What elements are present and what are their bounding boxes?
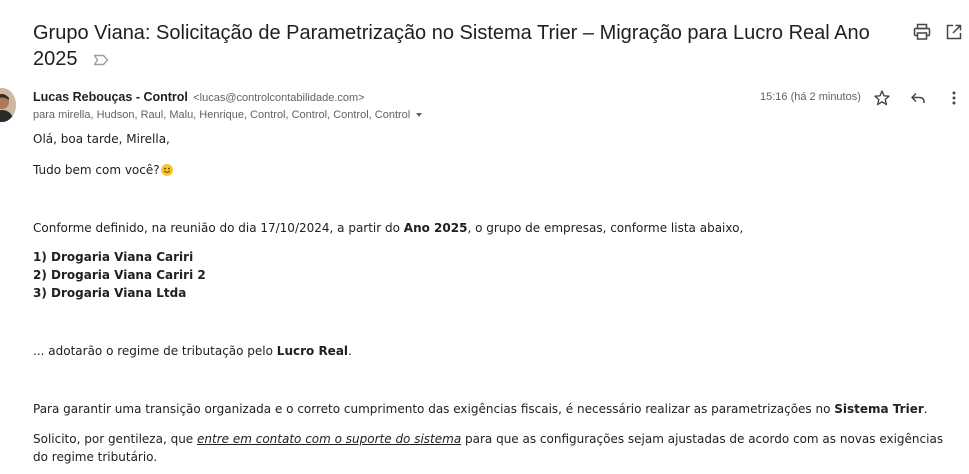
star-icon[interactable] (873, 89, 891, 107)
greeting: Olá, boa tarde, Mirella, (33, 132, 170, 146)
p2-lucro-real: Lucro Real (276, 344, 349, 358)
open-in-new-window-icon[interactable] (944, 22, 964, 42)
paragraph-transition: Para garantir uma transição organizada e… (33, 400, 928, 418)
p2-text-c: . (348, 344, 352, 358)
paragraph-request: Solicito, por gentileza, que entre em co… (33, 430, 958, 466)
p3-text-c: . (923, 402, 928, 416)
p4-text-a: Solicito, por gentileza, que (33, 432, 198, 446)
paragraph-regime: ... adotarão o regime de tributação pelo… (33, 342, 352, 360)
company-item: 2) Drogaria Viana Cariri 2 (33, 268, 206, 282)
email-subject: Grupo Viana: Solicitação de Parametrizaç… (33, 20, 883, 72)
sender-name[interactable]: Lucas Rebouças - Control (33, 90, 188, 104)
email-timestamp: 15:16 (há 2 minutos) (760, 91, 861, 103)
p1-text-a: Conforme definido, na reunião do dia 17/… (33, 221, 404, 235)
p3-text-a: Para garantir uma transição organizada e… (33, 402, 835, 416)
sender-avatar[interactable] (0, 88, 16, 122)
paragraph-meeting: Conforme definido, na reunião do dia 17/… (33, 219, 743, 237)
recipients-line: para mirella, Hudson, Raul, Malu, Henriq… (33, 107, 423, 123)
subject-text: Grupo Viana: Solicitação de Parametrizaç… (33, 22, 870, 70)
support-contact-link[interactable]: entre em contato com o suporte do sistem… (197, 432, 461, 446)
sender-email[interactable]: <lucas@controlcontabilidade.com> (193, 92, 364, 104)
reply-icon[interactable] (909, 89, 927, 107)
print-icon[interactable] (912, 22, 932, 42)
how-are-you-text: Tudo bem com você? (33, 163, 160, 177)
smiling-face-emoji-icon (160, 164, 173, 176)
p1-text-c: , o grupo de empresas, conforme lista ab… (467, 221, 744, 235)
sender-line: Lucas Rebouças - Control <lucas@controlc… (33, 89, 365, 106)
company-list: 1) Drogaria Viana Cariri 2) Drogaria Via… (33, 248, 206, 302)
company-item: 3) Drogaria Viana Ltda (33, 286, 187, 300)
p2-text-a: ... adotarão o regime de tributação pelo (33, 344, 277, 358)
more-vertical-icon[interactable] (945, 89, 963, 107)
recipients-text: para mirella, Hudson, Raul, Malu, Henriq… (33, 109, 411, 121)
label-outline-icon[interactable] (93, 53, 109, 67)
show-details-chevron-down-icon[interactable] (416, 113, 423, 118)
p3-sistema-trier: Sistema Trier (834, 402, 924, 416)
company-item: 1) Drogaria Viana Cariri (33, 250, 194, 264)
how-are-you-line: Tudo bem com você? (33, 161, 173, 179)
p1-year: Ano 2025 (403, 221, 468, 235)
